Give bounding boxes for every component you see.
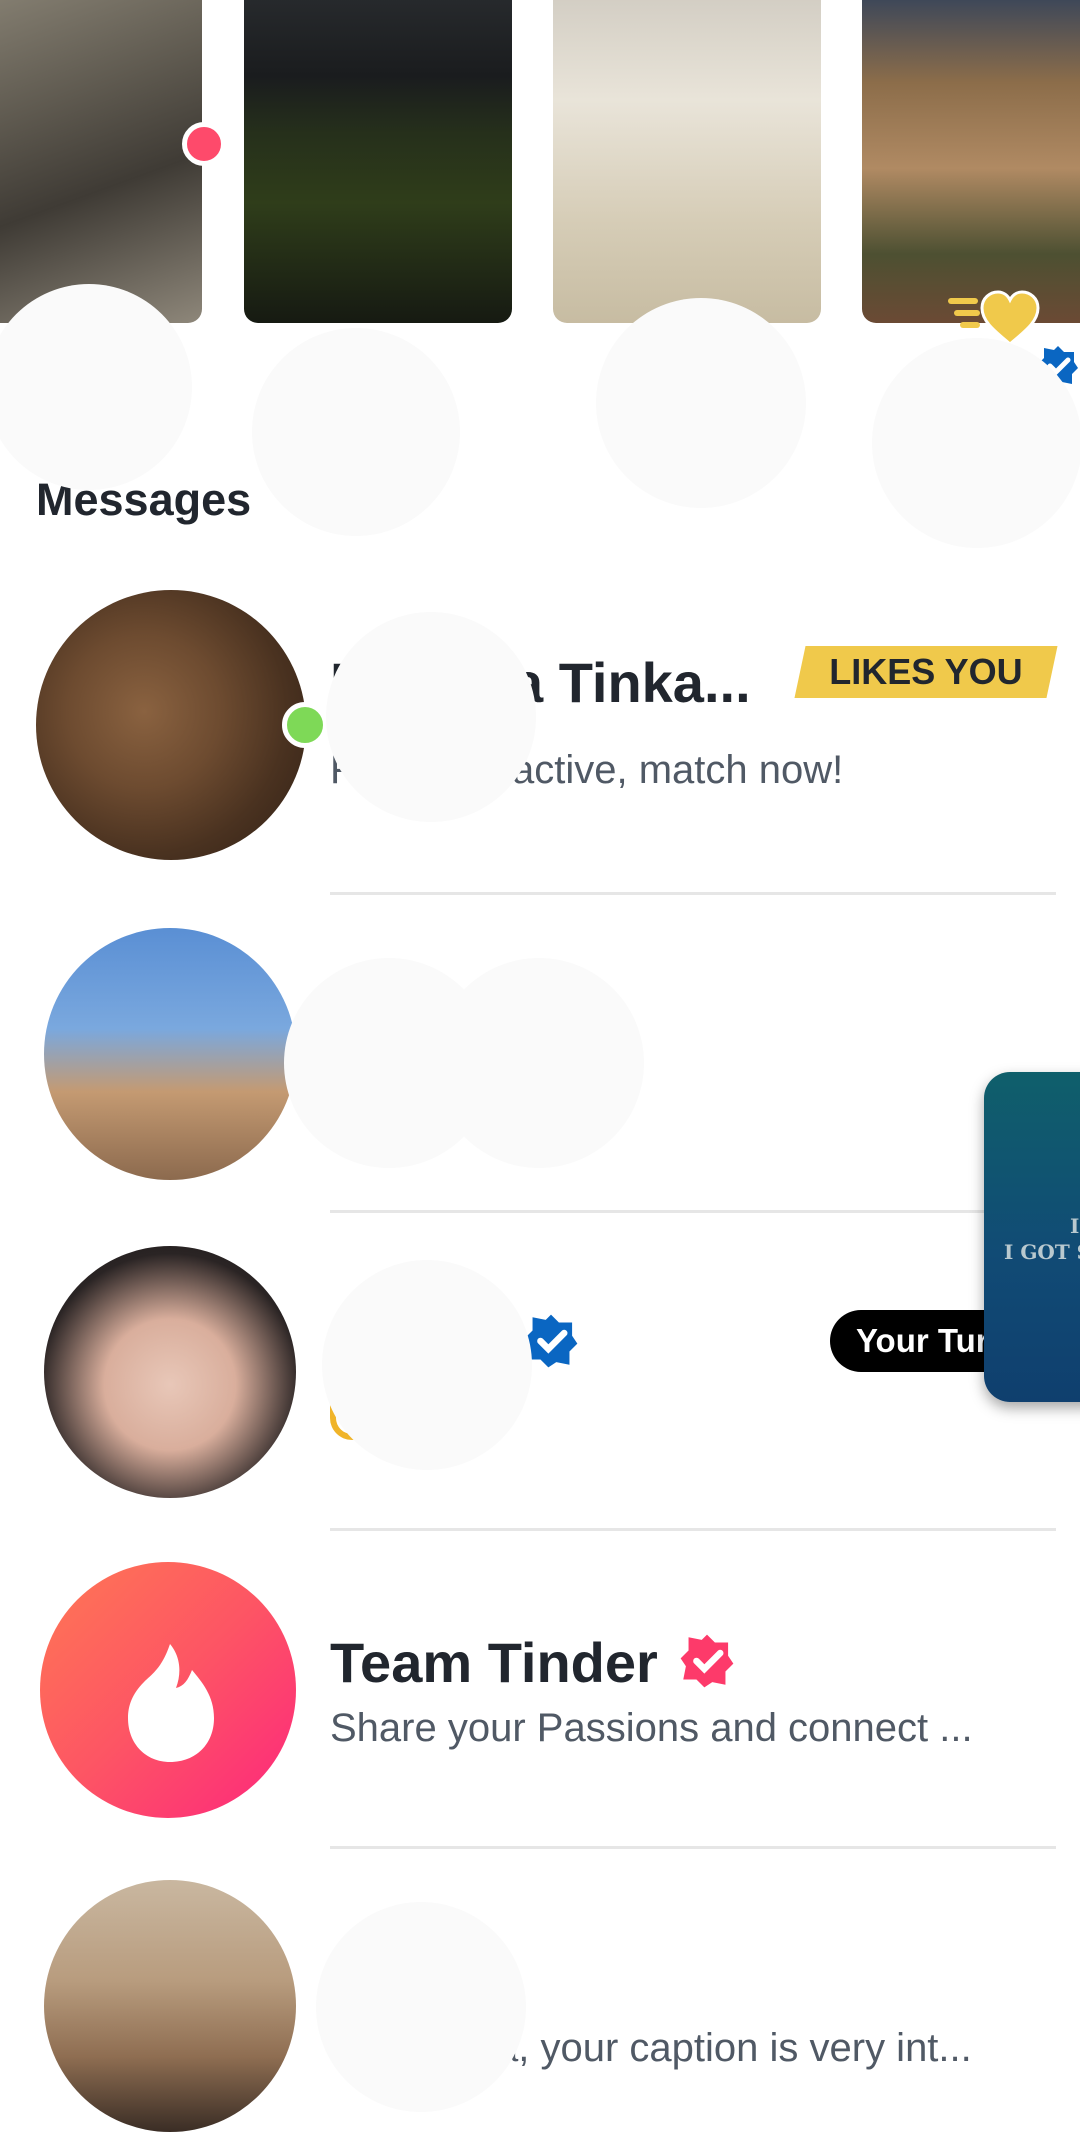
floating-story-card[interactable]: I I GOT SO [984, 1072, 1080, 1402]
conversation-avatar-3[interactable] [44, 1246, 296, 1498]
match-card-2[interactable] [244, 0, 512, 323]
conversation-avatar-1[interactable] [36, 590, 306, 860]
likes-you-label: LIKES YOU [829, 651, 1023, 692]
loading-placeholder [434, 958, 644, 1168]
row-divider [330, 1846, 1056, 1849]
loading-placeholder [252, 328, 460, 536]
loading-placeholder [316, 1902, 526, 2112]
team-tinder-avatar[interactable] [40, 1562, 296, 1818]
conversation-preview-1: active, match now! [512, 748, 844, 792]
match-card-4[interactable] [862, 0, 1080, 323]
loading-placeholder [872, 338, 1080, 548]
online-indicator [282, 702, 328, 748]
loading-placeholder [326, 612, 536, 822]
loading-placeholder [0, 284, 192, 490]
match-card-1[interactable] [0, 0, 202, 323]
conversation-preview-5: a, your caption is very int... [496, 2026, 972, 2070]
conversation-name-4[interactable]: Team Tinder [330, 1630, 658, 1695]
floating-card-text: I GOT SO [1004, 1240, 1080, 1264]
match-card-3[interactable] [553, 0, 821, 323]
conversation-name-1[interactable]: a Tinka... [512, 650, 751, 715]
conversation-preview-4: Share your Passions and connect ... [330, 1706, 973, 1750]
row-divider [330, 892, 1056, 895]
row-divider [330, 1528, 1056, 1531]
loading-placeholder [596, 298, 806, 508]
conversation-avatar-2[interactable] [44, 928, 296, 1180]
tinder-flame-icon [128, 1644, 214, 1762]
new-match-indicator [182, 122, 226, 166]
loading-placeholder [322, 1260, 532, 1470]
red-verified-icon [680, 1634, 734, 1688]
likes-you-badge: LIKES YOU [794, 646, 1058, 698]
conversation-avatar-5[interactable] [44, 1880, 296, 2132]
floating-card-text-top: I [1070, 1214, 1080, 1238]
row-divider [330, 1210, 1056, 1213]
